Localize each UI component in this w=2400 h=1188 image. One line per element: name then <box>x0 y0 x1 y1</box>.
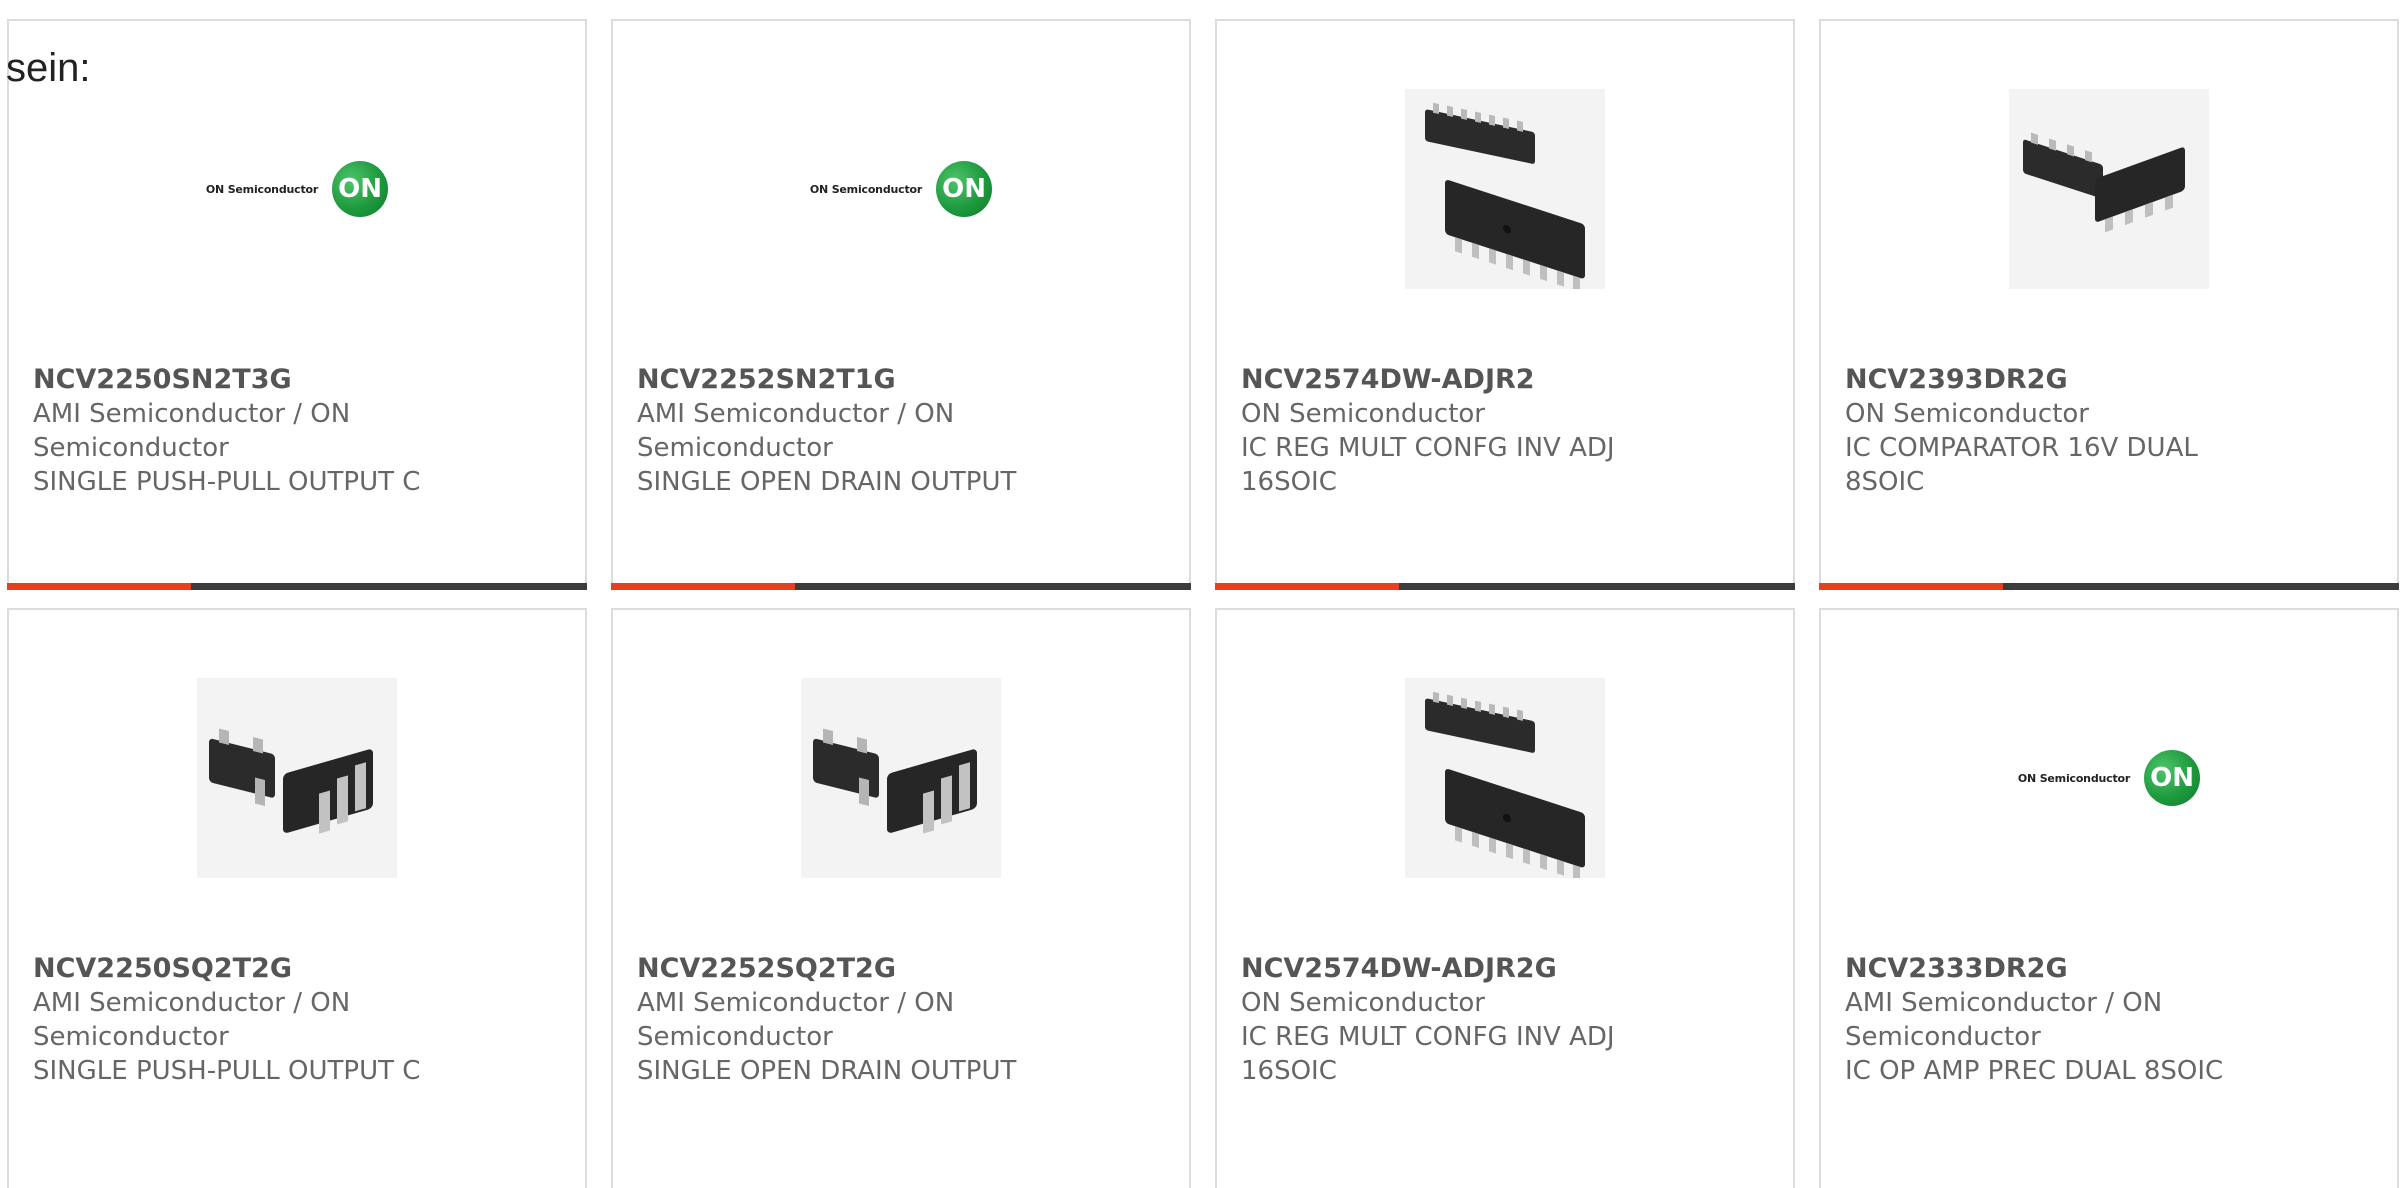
soic-16-chip-image <box>1405 678 1605 878</box>
on-semiconductor-logo: ON Semiconductor ON <box>205 161 389 217</box>
description: SINGLE OPEN DRAIN OUTPUT <box>637 1056 1017 1086</box>
on-logo-mark: ON <box>332 161 389 217</box>
product-grid: ON Semiconductor ON NCV2250SN2T3G AMI Se… <box>7 19 2400 1188</box>
product-info: NCV2252SQ2T2G AMI Semiconductor / ON Sem… <box>637 952 1057 1088</box>
part-number-link[interactable]: NCV2250SN2T3G <box>33 363 453 397</box>
part-number-link[interactable]: NCV2574DW-ADJR2G <box>1241 952 1661 986</box>
product-image[interactable]: ON Semiconductor ON <box>801 89 1001 289</box>
product-info: NCV2574DW-ADJR2 ON Semiconductor IC REG … <box>1241 363 1661 499</box>
product-card[interactable]: ON Semiconductor ON NCV2333DR2G AMI Semi… <box>1819 608 2399 1188</box>
manufacturer: ON Semiconductor <box>1845 399 2089 429</box>
part-number-link[interactable]: NCV2252SN2T1G <box>637 363 1057 397</box>
product-info: NCV2393DR2G ON Semiconductor IC COMPARAT… <box>1845 363 2265 499</box>
part-number-link[interactable]: NCV2393DR2G <box>1845 363 2265 397</box>
card-accent <box>1215 583 1399 590</box>
manufacturer: AMI Semiconductor / ON Semiconductor <box>637 399 955 463</box>
manufacturer: AMI Semiconductor / ON Semiconductor <box>33 399 351 463</box>
product-image[interactable] <box>1405 89 1605 289</box>
product-card[interactable]: ON Semiconductor ON NCV2252SN2T1G AMI Se… <box>611 19 1191 590</box>
logo-text: ON Semiconductor <box>809 182 923 196</box>
card-bottom-bar <box>7 583 587 590</box>
product-image[interactable] <box>2009 89 2209 289</box>
manufacturer: ON Semiconductor <box>1241 399 1485 429</box>
sc-70-chip-image <box>801 678 1001 878</box>
on-semiconductor-logo: ON Semiconductor ON <box>2017 750 2201 806</box>
product-image[interactable]: ON Semiconductor ON <box>2009 678 2209 878</box>
product-card[interactable]: NCV2250SQ2T2G AMI Semiconductor / ON Sem… <box>7 608 587 1188</box>
card-bottom-bar <box>611 583 1191 590</box>
card-accent <box>1819 583 2003 590</box>
manufacturer: AMI Semiconductor / ON Semiconductor <box>637 988 955 1052</box>
card-accent <box>611 583 795 590</box>
description: SINGLE PUSH-PULL OUTPUT C <box>33 467 421 497</box>
page-heading: sein: <box>6 46 91 90</box>
sc-70-chip-image <box>197 678 397 878</box>
product-image[interactable] <box>1405 678 1605 878</box>
product-card[interactable]: NCV2574DW-ADJR2 ON Semiconductor IC REG … <box>1215 19 1795 590</box>
card-accent <box>7 583 191 590</box>
product-image[interactable] <box>801 678 1001 878</box>
manufacturer: ON Semiconductor <box>1241 988 1485 1018</box>
soic-8-chip-image <box>2009 89 2209 289</box>
description: IC REG MULT CONFG INV ADJ 16SOIC <box>1241 1022 1615 1086</box>
description: IC REG MULT CONFG INV ADJ 16SOIC <box>1241 433 1615 497</box>
card-bottom-bar <box>1819 583 2399 590</box>
product-info: NCV2250SN2T3G AMI Semiconductor / ON Sem… <box>33 363 453 499</box>
logo-text: ON Semiconductor <box>2017 771 2131 785</box>
soic-16-chip-image <box>1405 89 1605 289</box>
part-number-link[interactable]: NCV2574DW-ADJR2 <box>1241 363 1661 397</box>
on-semiconductor-logo: ON Semiconductor ON <box>809 161 993 217</box>
product-image[interactable] <box>197 678 397 878</box>
description: SINGLE PUSH-PULL OUTPUT C <box>33 1056 421 1086</box>
product-card[interactable]: ON Semiconductor ON NCV2250SN2T3G AMI Se… <box>7 19 587 590</box>
product-image[interactable]: ON Semiconductor ON <box>197 89 397 289</box>
product-info: NCV2333DR2G AMI Semiconductor / ON Semic… <box>1845 952 2265 1088</box>
part-number-link[interactable]: NCV2252SQ2T2G <box>637 952 1057 986</box>
product-card[interactable]: NCV2574DW-ADJR2G ON Semiconductor IC REG… <box>1215 608 1795 1188</box>
manufacturer: AMI Semiconductor / ON Semiconductor <box>1845 988 2163 1052</box>
description: IC COMPARATOR 16V DUAL 8SOIC <box>1845 433 2198 497</box>
on-logo-mark: ON <box>2144 750 2201 806</box>
on-logo-mark: ON <box>936 161 993 217</box>
product-info: NCV2252SN2T1G AMI Semiconductor / ON Sem… <box>637 363 1057 499</box>
logo-text: ON Semiconductor <box>205 182 319 196</box>
part-number-link[interactable]: NCV2250SQ2T2G <box>33 952 453 986</box>
part-number-link[interactable]: NCV2333DR2G <box>1845 952 2265 986</box>
card-bottom-bar <box>1215 583 1795 590</box>
manufacturer: AMI Semiconductor / ON Semiconductor <box>33 988 351 1052</box>
product-info: NCV2574DW-ADJR2G ON Semiconductor IC REG… <box>1241 952 1661 1088</box>
product-card[interactable]: NCV2252SQ2T2G AMI Semiconductor / ON Sem… <box>611 608 1191 1188</box>
description: SINGLE OPEN DRAIN OUTPUT <box>637 467 1017 497</box>
description: IC OP AMP PREC DUAL 8SOIC <box>1845 1056 2224 1086</box>
product-info: NCV2250SQ2T2G AMI Semiconductor / ON Sem… <box>33 952 453 1088</box>
product-card[interactable]: NCV2393DR2G ON Semiconductor IC COMPARAT… <box>1819 19 2399 590</box>
